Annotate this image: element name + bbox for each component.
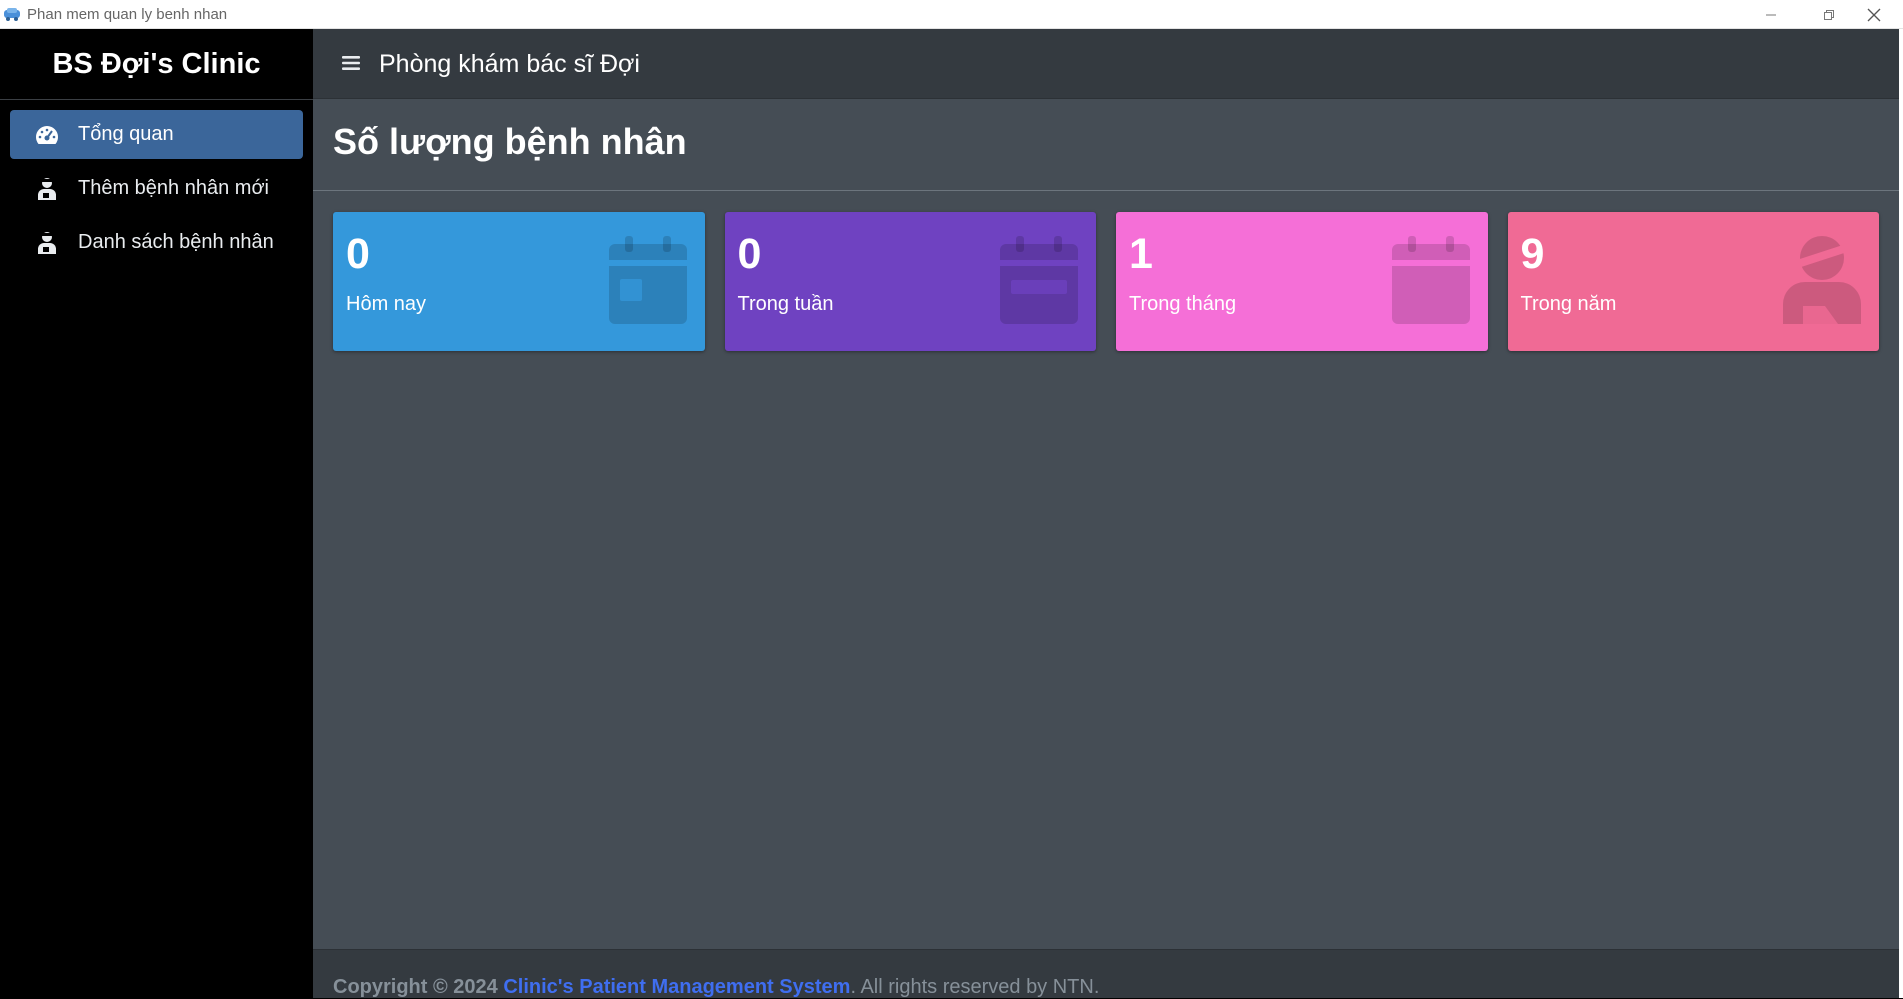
stat-value: 9 <box>1520 230 1545 278</box>
stat-card-month[interactable]: 1 Trong tháng <box>1116 212 1488 351</box>
footer-copyright: Copyright © 2024 Clinic's Patient Manage… <box>333 976 1099 999</box>
calendar-icon <box>1391 236 1470 324</box>
content-header: Số lượng bệnh nhân <box>313 99 1899 191</box>
window-titlebar: Phan mem quan ly benh nhan <box>0 0 1903 29</box>
sidebar-item-overview[interactable]: Tổng quan <box>10 110 303 159</box>
patient-icon <box>34 231 60 255</box>
car-app-icon <box>4 8 20 21</box>
sidebar-item-label: Tổng quan <box>78 123 174 145</box>
stat-label: Trong tuần <box>737 293 834 315</box>
footer-link[interactable]: Clinic's Patient Management System <box>503 976 850 998</box>
close-icon <box>1867 8 1881 21</box>
close-button[interactable] <box>1845 0 1903 29</box>
stat-card-year[interactable]: 9 Trong năm <box>1507 212 1879 351</box>
minimize-button[interactable] <box>1742 0 1800 29</box>
gauge-icon <box>34 123 60 147</box>
main-area: Phòng khám bác sĩ Đợi Số lượng bệnh nhân… <box>313 29 1899 998</box>
stat-cards: 0 Hôm nay 0 Trong tuần 1 Trong tháng 9 T… <box>333 212 1879 351</box>
sidebar-item-label: Thêm bệnh nhân mới <box>78 177 269 199</box>
injured-patient-icon <box>1783 236 1861 324</box>
sidebar-item-patient-list[interactable]: Danh sách bệnh nhân <box>10 218 303 267</box>
stat-label: Trong tháng <box>1129 293 1237 315</box>
window-title: Phan mem quan ly benh nhan <box>27 6 228 23</box>
sidebar-item-add-patient[interactable]: Thêm bệnh nhân mới <box>10 164 303 213</box>
calendar-day-icon <box>608 236 687 324</box>
footer: Copyright © 2024 Clinic's Patient Manage… <box>313 949 1899 998</box>
stat-card-week[interactable]: 0 Trong tuần <box>724 212 1096 351</box>
window-edge <box>1899 29 1903 998</box>
stat-value: 0 <box>346 230 370 278</box>
top-navbar: Phòng khám bác sĩ Đợi <box>313 29 1899 99</box>
patient-icon <box>34 177 60 201</box>
sidebar-nav: Tổng quan Thêm bệnh nhân mới Danh sách b… <box>0 100 313 267</box>
sidebar: BS Đợi's Clinic Tổng quan Thêm bệnh nhân… <box>0 29 313 998</box>
stat-value: 1 <box>1129 230 1153 278</box>
page-title: Số lượng bệnh nhân <box>333 121 687 162</box>
stat-card-today[interactable]: 0 Hôm nay <box>333 212 705 351</box>
stat-label: Trong năm <box>1520 293 1617 315</box>
stat-value: 0 <box>737 230 762 278</box>
stat-label: Hôm nay <box>346 293 427 315</box>
minimize-icon <box>1766 14 1776 15</box>
sidebar-item-label: Danh sách bệnh nhân <box>78 231 274 253</box>
copyright-text: Copyright © 2024 <box>333 976 498 998</box>
restore-icon <box>1824 9 1834 20</box>
clinic-heading: Phòng khám bác sĩ Đợi <box>379 50 640 78</box>
footer-suffix: . All rights reserved by NTN. <box>850 976 1100 998</box>
calendar-week-icon <box>1000 236 1078 324</box>
brand-title[interactable]: BS Đợi's Clinic <box>0 29 313 100</box>
hamburger-icon[interactable] <box>341 53 361 73</box>
